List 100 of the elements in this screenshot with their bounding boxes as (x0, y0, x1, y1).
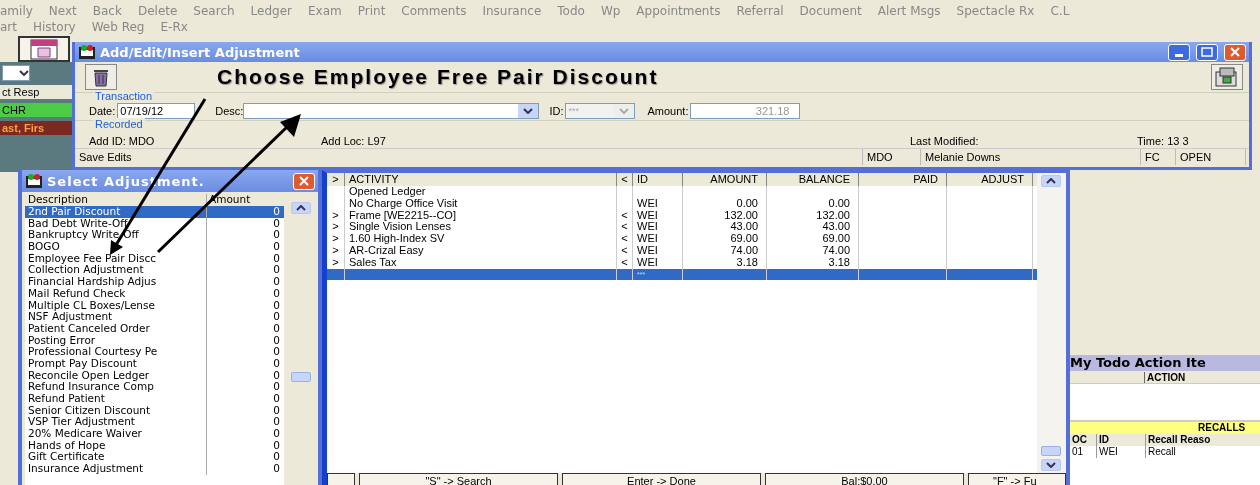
list-item[interactable]: Gift Certificate 0 (25, 451, 284, 464)
ledger-row[interactable]: No Charge Office Visit WEI 0.00 0.00 (327, 197, 1037, 210)
column-header: BALANCE (767, 173, 859, 186)
list-item[interactable]: Hands of Hope 0 (25, 439, 284, 452)
table-cell: 0.00 (828, 196, 850, 209)
ledger-row[interactable]: > Frame [WE2215--CO] < WEI 132.00 132.00 (327, 209, 1037, 222)
chevron-up-icon (1046, 178, 1056, 184)
list-item[interactable]: Refund Patient 0 (25, 393, 284, 405)
table-cell: Opened Ledger (349, 185, 426, 197)
scroll-up-button[interactable] (291, 202, 311, 214)
action-button[interactable]: "F" -> Fu (968, 473, 1066, 485)
side-label: ast, Firs (0, 121, 72, 135)
minimize-button[interactable] (1168, 43, 1190, 61)
table-cell: < (621, 244, 628, 256)
status-text: MDO (863, 149, 921, 165)
list-item[interactable]: Financial Hardship Adjus 0 (25, 276, 284, 288)
table-cell: 132.00 (724, 208, 758, 221)
column-header: ACTIVITY (345, 173, 617, 186)
list-item[interactable]: Collection Adjustment 0 (25, 264, 284, 277)
minimize-icon (1175, 53, 1183, 57)
list-item[interactable]: Senior Citizen Discount 0 (25, 404, 284, 417)
list-item[interactable]: 2nd Pair Discount 0 (25, 206, 284, 218)
close-button[interactable] (1224, 43, 1246, 61)
ledger-row[interactable]: > Sales Tax < WEI 3.18 3.18 (327, 256, 1037, 269)
table-cell: Frame [WE2215--CO] (349, 208, 456, 221)
ledger-row[interactable]: > AR-Crizal Easy < WEI 74.00 74.00 (327, 245, 1037, 257)
description-dropdown[interactable] (243, 103, 540, 119)
partial-button[interactable] (327, 473, 355, 485)
field-label: ID: (549, 105, 564, 117)
table-cell: Recall (1145, 446, 1260, 458)
column-header: ID (633, 173, 683, 186)
list-item[interactable]: Posting Error 0 (25, 334, 284, 347)
status-text: Melanie Downs (921, 149, 1141, 165)
info-text: Time: 13 3 (1137, 135, 1189, 147)
section-header: RECALLS (1070, 420, 1260, 434)
table-cell: > (332, 208, 339, 221)
list-item[interactable]: Multiple CL Boxes/Lense 0 (25, 299, 284, 312)
list-item[interactable]: Patient Canceled Order 0 (25, 322, 284, 335)
table-cell: WEI (637, 232, 658, 245)
scroll-thumb[interactable] (291, 372, 311, 382)
table-cell: < (621, 220, 628, 233)
table-cell: WEI (637, 244, 658, 256)
table-cell: 1.60 High-Index SV (349, 232, 445, 245)
field-label: Desc: (215, 105, 244, 117)
action-button[interactable]: Bal:$0.00 (765, 473, 964, 485)
table-cell: 43.00 (730, 220, 758, 233)
ledger-row[interactable]: > 1.60 High-Index SV < WEI 69.00 69.00 (327, 233, 1037, 245)
close-button[interactable] (293, 172, 315, 190)
table-cell: < (621, 208, 628, 221)
table-cell: WEI (637, 208, 658, 221)
list-item[interactable]: Professional Courtesy Pe 0 (25, 346, 284, 358)
list-item[interactable]: VSP Tier Adjustment 0 (25, 416, 284, 429)
chevron-down-icon (19, 70, 29, 76)
calendar-toolbar-button[interactable] (18, 36, 70, 62)
table-cell: 3.18 (736, 255, 758, 268)
cash-register-icon (1214, 66, 1240, 88)
date-field[interactable]: 07/19/12 (117, 103, 196, 119)
list-item[interactable]: 20% Medicare Waiver 0 (25, 428, 284, 440)
action-button[interactable]: Enter -> Done (562, 473, 761, 485)
list-item[interactable]: Reconcile Open Ledger 0 (25, 369, 284, 382)
table-cell: < (621, 255, 628, 268)
maximize-icon (1201, 47, 1213, 57)
table-cell: 69.00 (730, 232, 758, 245)
list-item[interactable]: Refund Insurance Comp 0 (25, 381, 284, 393)
scroll-down-button[interactable] (1041, 459, 1061, 471)
list-item[interactable]: Mail Refund Check 0 (25, 287, 284, 300)
status-text: OPEN (1176, 149, 1246, 165)
field-label: Date: (89, 105, 116, 117)
column-header: > (327, 173, 345, 186)
close-icon (1229, 47, 1241, 57)
column-header: ADJUST (947, 173, 1033, 186)
scroll-thumb[interactable] (1041, 446, 1061, 456)
list-item[interactable]: Prompt Pay Discount 0 (25, 357, 284, 370)
column-header: Recall Reaso (1145, 434, 1260, 446)
column-header: OC (1071, 434, 1088, 446)
ledger-row[interactable]: Opened Ledger (327, 186, 1037, 198)
ledger-row[interactable]: > Single Vision Lenses < WEI 43.00 43.00 (327, 221, 1037, 234)
app-icon (78, 44, 96, 60)
table-cell: WEI (1096, 446, 1145, 458)
scroll-up-button[interactable] (1041, 175, 1061, 187)
list-item[interactable]: NSF Adjustment 0 (25, 311, 284, 323)
table-cell: 43.00 (822, 220, 850, 233)
chevron-down-icon (523, 108, 534, 114)
list-item[interactable]: Bad Debt Write-Off 0 (25, 217, 284, 230)
column-header: ID (1096, 434, 1145, 446)
list-item[interactable]: Employee Fee Pair Discc 0 (25, 252, 284, 265)
list-item[interactable]: Insurance Adjustment 0 (25, 463, 284, 475)
dropdown-field[interactable] (2, 65, 30, 81)
action-button[interactable]: "S" -> Search (359, 473, 558, 485)
status-text: FC (1141, 149, 1176, 165)
chevron-down-icon (619, 108, 630, 114)
delete-button[interactable] (85, 64, 117, 90)
table-cell: < (621, 232, 628, 245)
panel-title: My Todo Action Ite (1070, 355, 1260, 371)
maximize-button[interactable] (1196, 43, 1218, 61)
register-button[interactable] (1211, 64, 1243, 90)
table-cell-text: 01 (1071, 446, 1085, 458)
chevron-down-icon (1046, 462, 1056, 468)
field-label: Amount: (647, 105, 689, 117)
list-item[interactable]: BOGO 0 (25, 241, 284, 253)
